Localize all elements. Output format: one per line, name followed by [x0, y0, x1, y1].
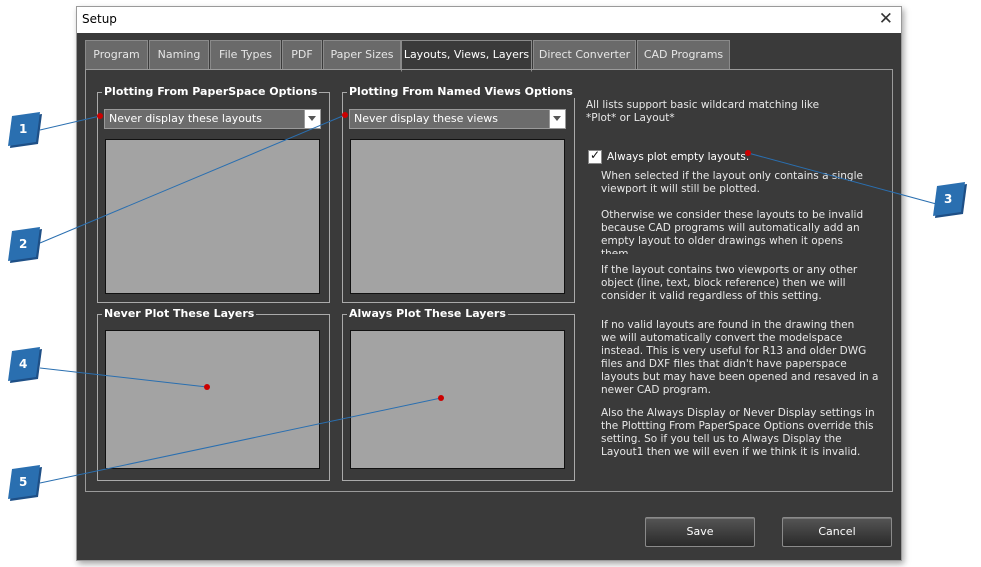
tab-program[interactable]: Program — [85, 40, 148, 70]
callout-number-4: 4 — [19, 357, 28, 371]
always-plot-layers-list[interactable] — [350, 330, 565, 469]
never-plot-layers-group: Never Plot These Layers — [97, 307, 330, 481]
combo-value: Never display these views — [354, 112, 498, 125]
title-bar: Setup ✕ — [77, 7, 901, 33]
window-title: Setup — [82, 12, 117, 26]
group-title: Never Plot These Layers — [102, 307, 257, 320]
save-button[interactable]: Save — [645, 517, 755, 547]
tab-layouts-views-layers[interactable]: Layouts, Views, Layers — [401, 40, 532, 72]
named-views-list[interactable] — [350, 139, 565, 294]
tab-cad-programs[interactable]: CAD Programs — [637, 40, 730, 70]
callout-number-1: 1 — [19, 122, 28, 136]
description-override: Also the Always Display or Never Display… — [601, 407, 875, 458]
combo-value: Never display these layouts — [109, 112, 262, 125]
checkbox-label: Always plot empty layouts. — [607, 151, 750, 163]
chevron-down-icon[interactable] — [304, 110, 320, 128]
description-invalid-layouts: When selected if the layout only contain… — [601, 170, 864, 254]
wildcard-note: All lists support basic wildcard matchin… — [586, 99, 820, 124]
callout-number-3: 3 — [944, 192, 953, 206]
callout-number-2: 2 — [19, 237, 28, 251]
paperspace-options-group: Plotting From PaperSpace Options Never d… — [97, 85, 330, 303]
paperspace-mode-select[interactable]: Never display these layouts — [104, 109, 321, 129]
cancel-button[interactable]: Cancel — [782, 517, 892, 547]
callout-number-5: 5 — [19, 475, 28, 489]
paperspace-layouts-list[interactable] — [105, 139, 320, 294]
group-title: Always Plot These Layers — [347, 307, 508, 320]
description-valid-layouts: If the layout contains two viewports or … — [601, 264, 858, 302]
group-title: Plotting From PaperSpace Options — [102, 85, 320, 98]
tab-pdf[interactable]: PDF — [282, 40, 322, 70]
named-views-options-group: Plotting From Named Views Options Never … — [342, 85, 575, 303]
setup-dialog: Setup ✕ Program Naming File Types PDF Pa… — [76, 6, 902, 561]
group-title: Plotting From Named Views Options — [347, 85, 575, 98]
tab-direct-converter[interactable]: Direct Converter — [533, 40, 636, 70]
chevron-down-icon[interactable] — [549, 110, 565, 128]
never-plot-layers-list[interactable] — [105, 330, 320, 469]
close-icon[interactable]: ✕ — [879, 9, 893, 29]
description-modelspace: If no valid layouts are found in the dra… — [601, 319, 879, 396]
tab-file-types[interactable]: File Types — [210, 40, 281, 70]
named-views-mode-select[interactable]: Never display these views — [349, 109, 566, 129]
always-plot-empty-checkbox[interactable]: ✓ — [588, 148, 602, 164]
tab-naming[interactable]: Naming — [149, 40, 209, 70]
tab-paper-sizes[interactable]: Paper Sizes — [323, 40, 401, 70]
always-plot-layers-group: Always Plot These Layers — [342, 307, 575, 481]
tab-panel: Plotting From PaperSpace Options Never d… — [85, 69, 893, 492]
